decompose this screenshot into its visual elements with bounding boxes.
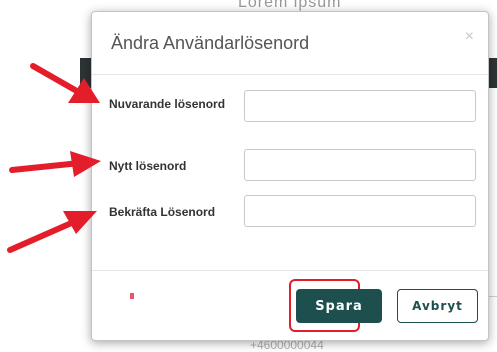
change-password-dialog: Ändra Användarlösenord × Nuvarande lösen… — [91, 11, 489, 341]
confirm-password-label: Bekräfta Lösenord — [109, 205, 216, 219]
background-page-left — [0, 58, 92, 288]
new-password-label: Nytt lösenord — [109, 159, 187, 173]
background-header-strip-right — [488, 58, 497, 88]
dialog-title: Ändra Användarlösenord — [111, 33, 310, 53]
confirm-password-input[interactable] — [244, 195, 476, 227]
current-password-input[interactable] — [244, 90, 476, 122]
dialog-footer-divider — [92, 270, 488, 271]
footer-marker — [130, 293, 134, 299]
dialog-header: Ändra Användarlösenord × — [92, 12, 488, 75]
background-divider — [488, 296, 497, 297]
close-icon[interactable]: × — [465, 28, 474, 46]
new-password-input[interactable] — [244, 149, 476, 181]
cancel-button[interactable]: Avbryt — [397, 289, 478, 323]
save-button[interactable]: Spara — [296, 289, 382, 323]
current-password-label: Nuvarande lösenord — [109, 97, 226, 111]
